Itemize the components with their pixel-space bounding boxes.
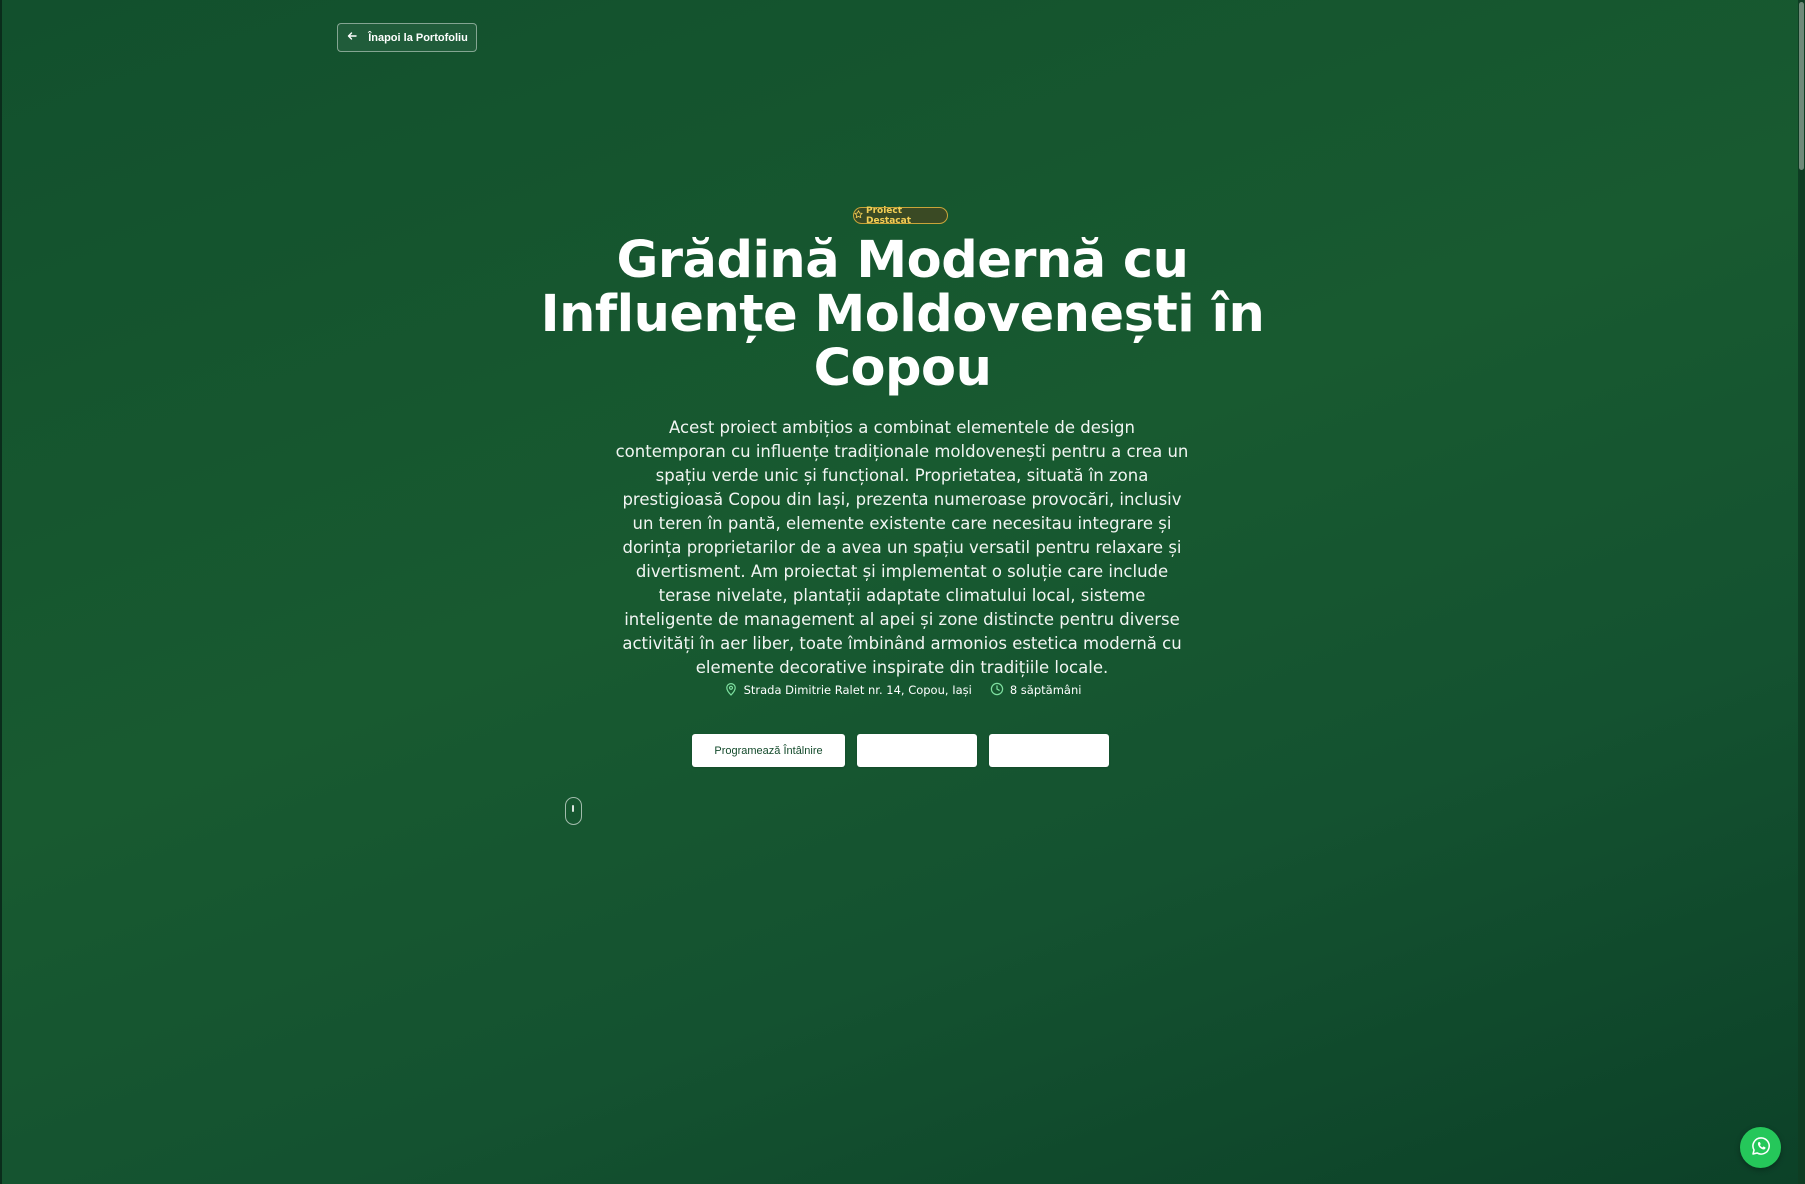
location-text: Strada Dimitrie Ralet nr. 14, Copou, Iaș…: [743, 683, 972, 697]
star-icon: [854, 209, 863, 222]
whatsapp-chat-button[interactable]: [1740, 1127, 1781, 1168]
duration-meta: 8 săptămâni: [990, 682, 1082, 699]
project-description: Acest proiect ambițios a combinat elemen…: [615, 418, 1189, 677]
project-meta: Strada Dimitrie Ralet nr. 14, Copou, Iaș…: [600, 680, 1205, 700]
scrollbar-thumb[interactable]: [1799, 2, 1804, 170]
schedule-meeting-button[interactable]: Programează Întâlnire: [692, 734, 845, 767]
arrow-left-icon: [346, 30, 358, 45]
whatsapp-icon: [1750, 1135, 1772, 1161]
back-button-label: Înapoi la Portofoliu: [368, 31, 468, 44]
tertiary-action-button[interactable]: [989, 734, 1109, 767]
back-to-portfolio-button[interactable]: Înapoi la Portofoliu: [337, 23, 477, 52]
map-pin-icon: [724, 682, 738, 699]
location-meta: Strada Dimitrie Ralet nr. 14, Copou, Iaș…: [724, 682, 972, 699]
page-title: Grădină Modernă cu Influențe Moldoveneșt…: [540, 231, 1265, 398]
scrollbar[interactable]: [1798, 0, 1805, 1184]
scroll-indicator-wheel: [572, 805, 574, 812]
window-edge: [0, 0, 2, 1184]
mouse-scroll-icon[interactable]: [565, 797, 582, 825]
clock-icon: [990, 682, 1004, 699]
badge-label: Proiect Destacat: [866, 205, 912, 226]
duration-text: 8 săptămâni: [1009, 683, 1082, 697]
secondary-action-button[interactable]: [857, 734, 977, 767]
featured-project-badge: Proiect Destacat: [853, 205, 948, 226]
